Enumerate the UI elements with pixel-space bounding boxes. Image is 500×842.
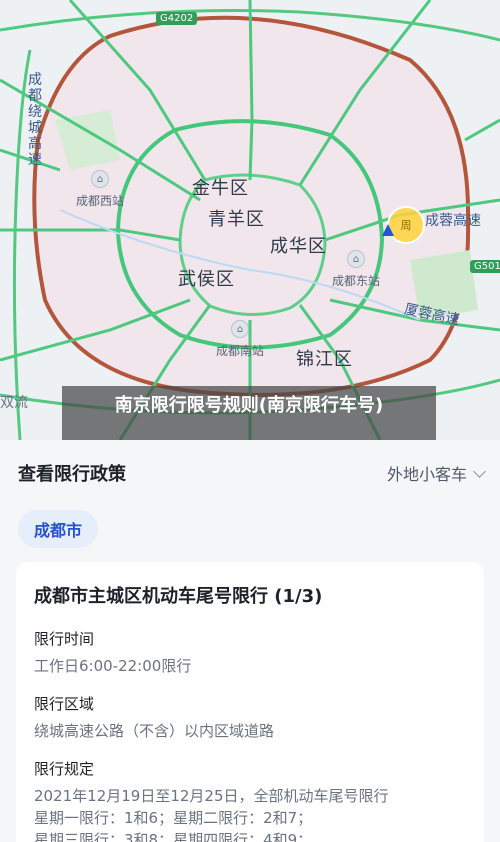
area-label: 限行区域 bbox=[34, 695, 95, 713]
city-tab[interactable]: 成都市 bbox=[18, 510, 99, 548]
card-title: 成都市主城区机动车尾号限行 (1/3) bbox=[34, 586, 323, 607]
road-label-chengrong: 成蓉高速 bbox=[425, 213, 481, 229]
station-icon: ⌂ bbox=[347, 250, 365, 268]
rule-line: 2021年12月19日至12月25日，全部机动车尾号限行 bbox=[34, 787, 389, 805]
district-jinniu: 金牛区 bbox=[192, 178, 249, 199]
station-icon: ⌂ bbox=[231, 320, 249, 338]
district-qingyang: 青羊区 bbox=[208, 209, 265, 230]
station-icon: ⌂ bbox=[91, 170, 109, 188]
rule-label: 限行规定 bbox=[34, 760, 95, 778]
navigation-arrow-icon bbox=[382, 224, 394, 236]
poi-west-station[interactable]: ⌂ 成都西站 bbox=[76, 170, 124, 209]
district-wuhou: 武侯区 bbox=[178, 269, 235, 290]
poi-label: 成都东站 bbox=[332, 274, 381, 288]
poi-south-station[interactable]: ⌂ 成都南站 bbox=[216, 320, 264, 359]
panel-title: 查看限行政策 bbox=[18, 464, 126, 485]
panel-header: 查看限行政策 外地小客车 bbox=[18, 460, 486, 486]
rule-line: 星期一限行：1和6；星期二限行：2和7； bbox=[34, 809, 313, 827]
vehicle-type-dropdown[interactable]: 外地小客车 bbox=[386, 461, 486, 485]
chevron-down-icon bbox=[473, 464, 486, 478]
time-value: 工作日6:00-22:00限行 bbox=[34, 657, 192, 675]
poi-label: 成都南站 bbox=[216, 344, 265, 358]
edge-label-shuangliu: 双流 bbox=[0, 395, 28, 411]
district-jinjiang: 锦江区 bbox=[296, 349, 353, 370]
district-chenghua: 成华区 bbox=[270, 236, 327, 257]
time-label: 限行时间 bbox=[34, 630, 95, 648]
vehicle-type-label: 外地小客车 bbox=[386, 465, 467, 484]
highway-shield-g4202: G4202 bbox=[156, 12, 198, 25]
map-view[interactable]: G4202 G5013 成都绕城高速 成蓉高速 厦蓉高速 金牛区 青羊区 成华区… bbox=[0, 0, 500, 440]
highway-shield-g5013: G5013 bbox=[470, 260, 500, 273]
policy-panel: 查看限行政策 外地小客车 成都市 成都市主城区机动车尾号限行 (1/3) 限行时… bbox=[0, 440, 500, 842]
poi-label: 成都西站 bbox=[76, 194, 125, 208]
road-label-ring: 成都绕城高速 bbox=[28, 72, 42, 168]
poi-east-station[interactable]: ⌂ 成都东站 bbox=[332, 250, 380, 289]
rule-line: 星期三限行：3和8；星期四限行：4和9； bbox=[34, 831, 313, 842]
area-value: 绕城高速公路（不含）以内区域道路 bbox=[34, 722, 275, 740]
restriction-card[interactable]: 成都市主城区机动车尾号限行 (1/3) 限行时间 工作日6:00-22:00限行… bbox=[16, 562, 484, 842]
